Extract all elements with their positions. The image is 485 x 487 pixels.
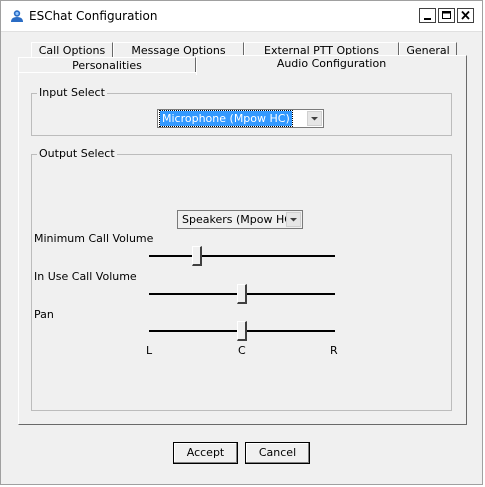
input-device-dropdown[interactable]: Microphone (Mpow HC) (157, 109, 324, 128)
maximize-button[interactable] (438, 8, 455, 23)
pan-left-mark: L (146, 344, 153, 357)
output-device-value: Speakers (Mpow HC) (182, 213, 297, 226)
output-select-label: Output Select (37, 147, 117, 161)
minimize-icon (424, 18, 431, 20)
chevron-down-icon[interactable] (286, 212, 301, 227)
pan-center-mark: C (238, 344, 246, 357)
maximize-icon (442, 11, 451, 19)
slider-thumb[interactable] (237, 284, 247, 304)
close-icon (461, 10, 470, 20)
slider-thumb[interactable] (192, 246, 203, 266)
min-call-volume-label: Minimum Call Volume (34, 232, 154, 245)
slider-track (149, 255, 335, 257)
title-bar[interactable]: ESChat Configuration (1, 1, 482, 32)
config-window: ESChat Configuration Call Options Messag… (0, 0, 483, 485)
min-call-volume-slider[interactable] (149, 246, 335, 266)
slider-thumb[interactable] (237, 321, 247, 341)
user-icon (10, 9, 24, 23)
window-title: ESChat Configuration (29, 9, 158, 23)
input-select-label: Input Select (37, 86, 107, 100)
cancel-button[interactable]: Cancel (245, 442, 310, 464)
output-device-dropdown[interactable]: Speakers (Mpow HC) (177, 210, 303, 229)
tab-audio-configuration[interactable]: Audio Configuration (196, 55, 467, 75)
minimize-button[interactable] (419, 8, 436, 23)
pan-right-mark: R (330, 344, 338, 357)
pan-slider[interactable] (149, 321, 335, 341)
tab-personalities[interactable]: Personalities (18, 57, 196, 72)
tab-call-options[interactable]: Call Options (31, 42, 113, 57)
pan-label: Pan (34, 308, 54, 321)
in-use-call-volume-slider[interactable] (149, 284, 335, 304)
chevron-down-icon[interactable] (307, 111, 322, 126)
input-device-value: Microphone (Mpow HC) (159, 110, 293, 127)
close-button[interactable] (457, 8, 474, 23)
accept-button[interactable]: Accept (173, 442, 238, 464)
in-use-call-volume-label: In Use Call Volume (34, 270, 137, 283)
